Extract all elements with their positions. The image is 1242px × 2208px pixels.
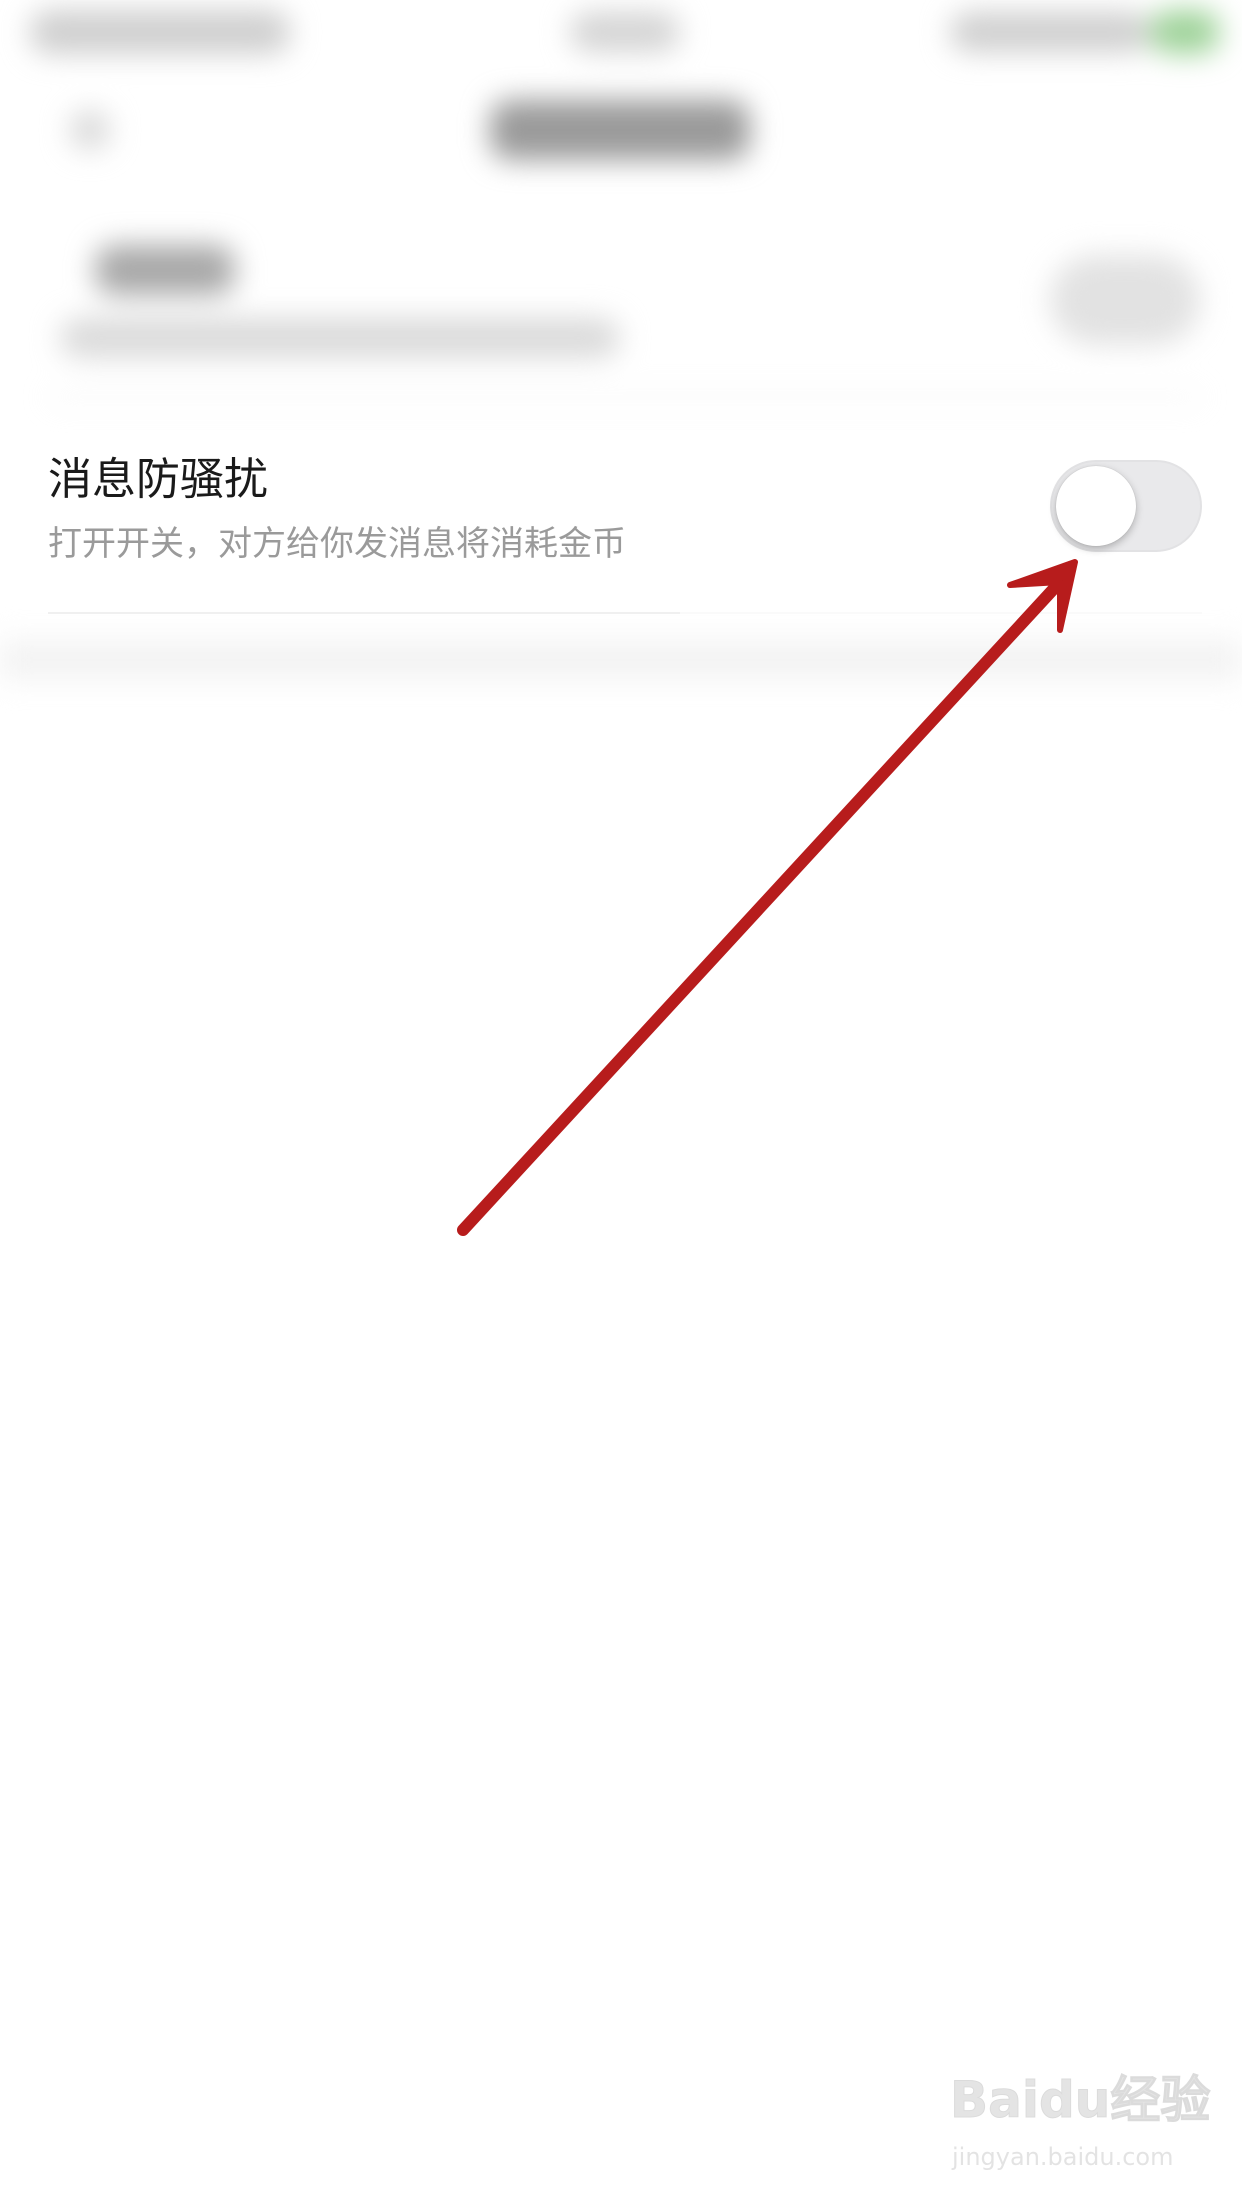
status-bar-right: [950, 12, 1150, 52]
setting-title: 消息防骚扰: [48, 454, 268, 505]
status-bar-time: [570, 12, 680, 52]
toggle-knob: [1056, 466, 1136, 546]
section-gap: [0, 640, 1242, 680]
battery-icon: [1150, 10, 1220, 54]
divider: [50, 395, 1200, 399]
setting-row-message-anti-harassment: 消息防骚扰 打开开关，对方给你发消息将消耗金币: [0, 420, 1242, 614]
setting-description: 打开开关，对方给你发消息将消耗金币: [48, 524, 626, 564]
watermark: Baidu经验 jingyan.baidu.com: [949, 2070, 1220, 2180]
back-icon[interactable]: [70, 110, 110, 150]
screen: 消息防骚扰 打开开关，对方给你发消息将消耗金币 Baidu经验 jingyan.…: [0, 0, 1242, 2208]
anti-harassment-toggle[interactable]: [1050, 460, 1202, 552]
row-divider-fade: [680, 612, 1202, 614]
status-bar-left: [30, 10, 290, 54]
blurred-setting-toggle[interactable]: [1050, 255, 1200, 345]
blurred-setting-description: [60, 318, 620, 358]
arrow-shaft: [457, 576, 1066, 1236]
annotation-arrow: [457, 559, 1078, 1236]
watermark-logo: Baidu经验: [949, 2071, 1211, 2130]
blurred-setting-title: [95, 245, 235, 295]
page-title: [490, 100, 750, 160]
watermark-url: jingyan.baidu.com: [952, 2143, 1174, 2171]
